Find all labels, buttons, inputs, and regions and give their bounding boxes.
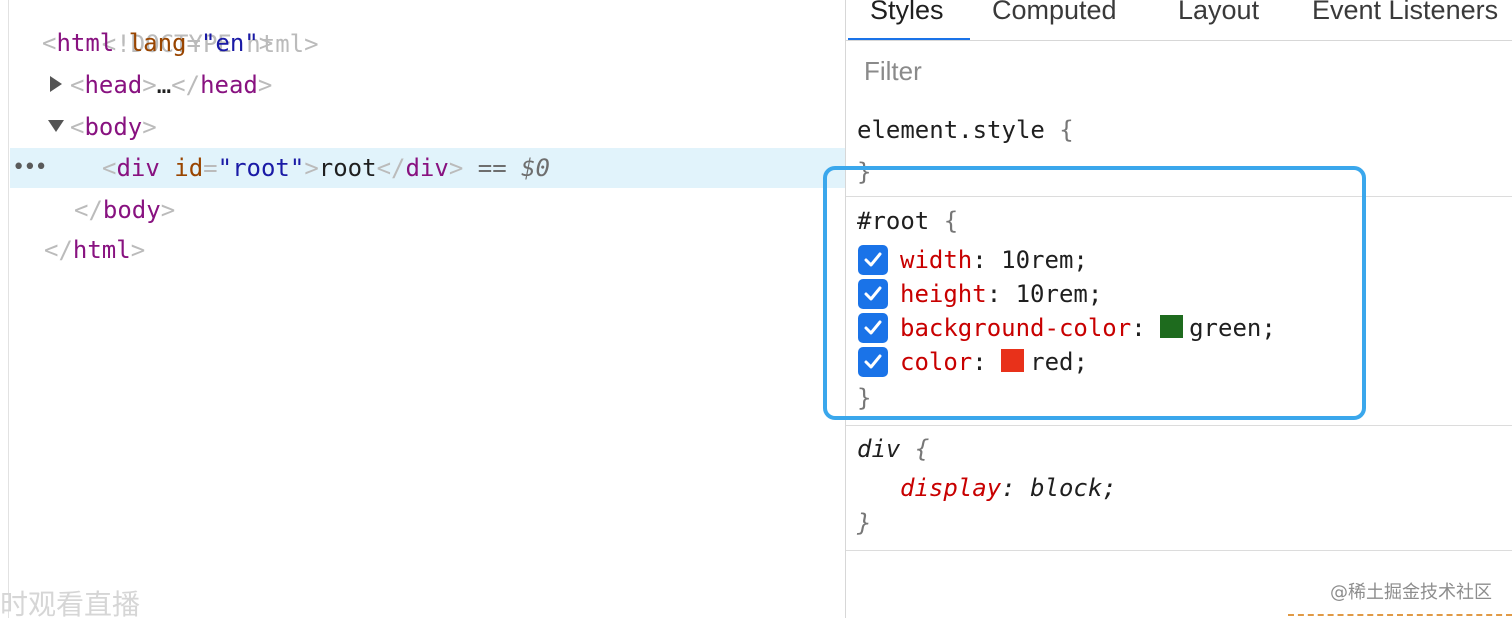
body-close-node[interactable]: </body> bbox=[74, 190, 175, 230]
head-close-tag: head bbox=[200, 71, 258, 99]
tab-event-listeners[interactable]: Event Listeners bbox=[1312, 0, 1498, 30]
equals-sign: == bbox=[477, 154, 507, 182]
head-open-tag: head bbox=[84, 71, 143, 99]
panel-edge bbox=[0, 0, 9, 618]
div-tag: div bbox=[116, 154, 160, 182]
html-tag: html bbox=[56, 29, 115, 57]
id-attr-value: "root" bbox=[217, 154, 305, 182]
html-open-node[interactable]: <html lang="en"> bbox=[42, 23, 273, 63]
rule-separator bbox=[846, 550, 1512, 551]
prop-value: block; bbox=[1030, 474, 1117, 502]
watermark-right: @稀土掘金技术社区 bbox=[1330, 582, 1492, 603]
body-open-node[interactable]: <body> bbox=[70, 107, 157, 147]
dashed-outline bbox=[1288, 614, 1512, 616]
tab-layout[interactable]: Layout bbox=[1178, 0, 1259, 30]
elements-panel: <!DOCTYPE html> <html lang="en"> <head>…… bbox=[0, 0, 846, 618]
html-close-node[interactable]: </html> bbox=[44, 230, 145, 270]
tab-computed[interactable]: Computed bbox=[992, 0, 1117, 30]
watermark-left: 时观看直播 bbox=[0, 588, 141, 621]
tabs-border bbox=[846, 40, 1512, 41]
body-close-tag: body bbox=[102, 196, 161, 224]
id-attr-name: id bbox=[174, 154, 204, 182]
collapse-triangle-icon[interactable] bbox=[48, 120, 64, 132]
div-close-tag: div bbox=[405, 154, 449, 182]
prop-name: display bbox=[900, 474, 1002, 502]
div-rule-selector[interactable]: div { bbox=[857, 432, 929, 466]
more-options-icon[interactable]: ••• bbox=[12, 148, 48, 188]
element-style-selector[interactable]: element.style { bbox=[857, 113, 1074, 147]
highlight-box bbox=[823, 166, 1366, 420]
lang-attr-value: "en" bbox=[200, 29, 259, 57]
open-brace: { bbox=[1059, 116, 1074, 144]
filter-input[interactable]: Filter bbox=[864, 56, 922, 87]
tab-styles[interactable]: Styles bbox=[870, 0, 944, 30]
html-close-tag: html bbox=[72, 236, 131, 264]
rule-separator bbox=[846, 425, 1512, 426]
prop-display[interactable]: display: block; bbox=[900, 471, 1117, 505]
head-ellipsis: … bbox=[156, 71, 172, 99]
lang-attr-name: lang bbox=[128, 29, 187, 57]
div-text-content: root bbox=[318, 154, 377, 182]
div-rule-close: } bbox=[857, 509, 872, 537]
head-node[interactable]: <head>…</head> bbox=[70, 65, 272, 105]
element-style-text: element.style bbox=[857, 116, 1045, 144]
body-open-tag: body bbox=[84, 113, 143, 141]
selected-div-node[interactable]: <div id="root">root</div> == $0 bbox=[102, 148, 550, 188]
open-brace: { bbox=[914, 435, 930, 463]
expand-triangle-icon[interactable] bbox=[50, 76, 62, 92]
div-selector-text: div bbox=[857, 435, 901, 463]
console-ref: $0 bbox=[521, 154, 551, 182]
